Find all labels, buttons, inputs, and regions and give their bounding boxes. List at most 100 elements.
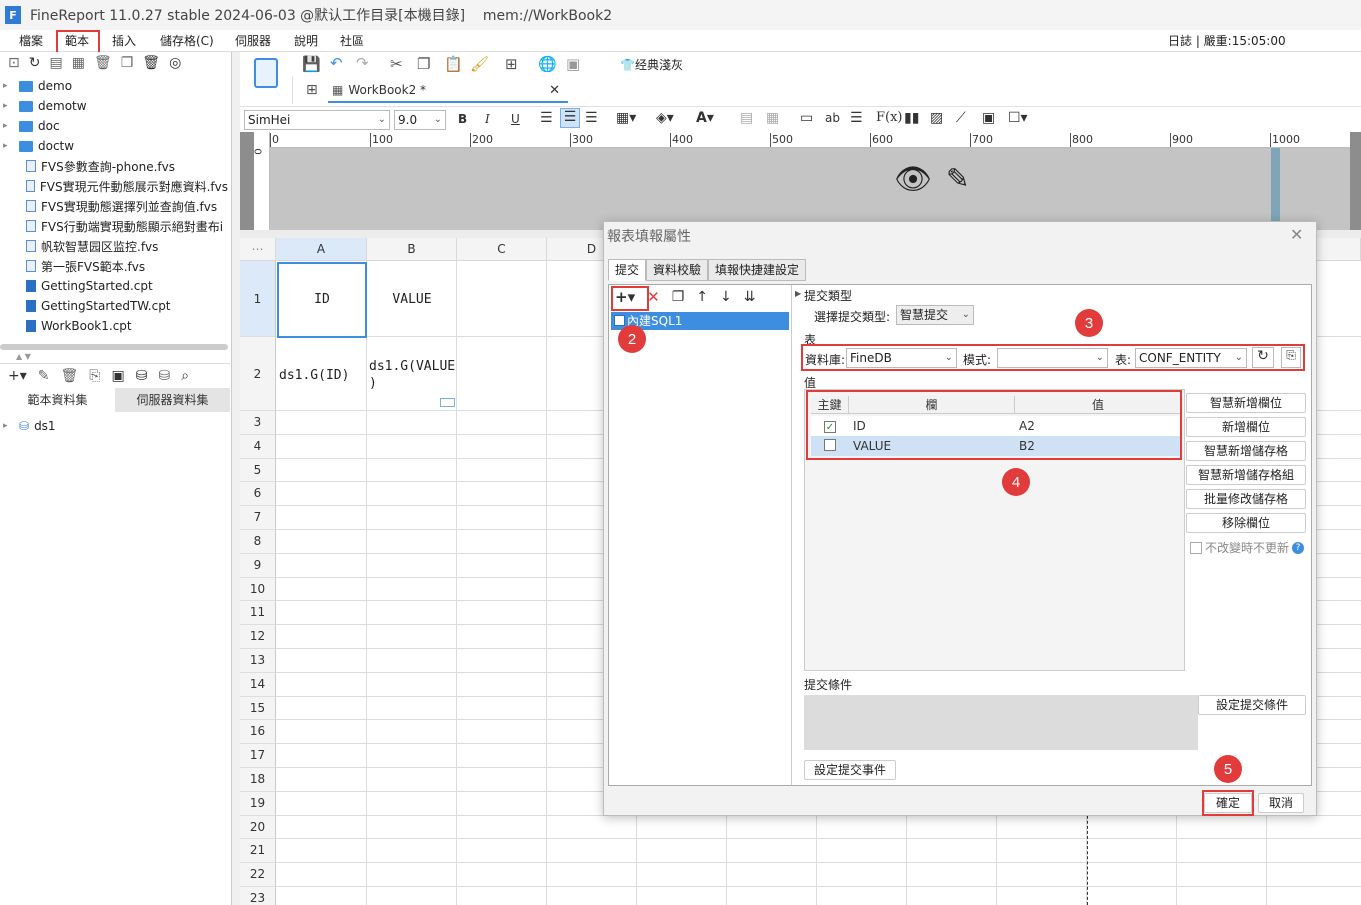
expand-icon[interactable]: ▸ [3,421,11,431]
merge-icon[interactable]: ▤ [740,110,753,126]
row-header[interactable]: 12 [240,625,276,649]
align-right-icon[interactable]: ☰ [585,110,598,126]
frame-icon[interactable]: ☐▾ [1008,110,1028,126]
row-header[interactable]: 21 [240,839,276,864]
expand-icon[interactable]: ▸ [3,101,11,111]
menu-file[interactable]: 檔案 [19,30,43,52]
tree-item[interactable]: GettingStarted.cpt [0,276,228,296]
format-painter-icon[interactable]: 🖌 [470,55,489,73]
slash-icon[interactable]: ⟋ [956,110,966,126]
cell-a1[interactable]: ID [277,262,367,338]
row-header[interactable]: 9 [240,553,276,578]
copy-icon[interactable]: ❐ [417,55,430,73]
add-dataset-icon[interactable]: +▾ [8,368,27,384]
font-select[interactable]: SimHei ⌄ [244,110,390,130]
lock-icon[interactable]: ▦ [72,55,85,71]
add-field-button[interactable]: 新增欄位 [1186,417,1306,437]
undo-icon[interactable]: ↶ [330,54,343,72]
refresh-icon[interactable]: ↻ [29,55,41,71]
tab-template-datasets[interactable]: 範本資料集 [0,388,115,412]
refresh-icon[interactable]: ↻ [1252,347,1274,368]
tab-submit[interactable]: 提交 [608,259,647,281]
no-update-checkbox[interactable] [1190,541,1202,554]
cancel-button[interactable]: 取消 [1258,793,1304,813]
formula-icon[interactable]: F(x) [876,110,903,125]
batch-modify-cell-button[interactable]: 批量修改儲存格 [1186,489,1306,509]
tree-item[interactable]: WorkBook1.cpt [0,316,228,336]
template-icon[interactable] [254,58,278,88]
remove-field-button[interactable]: 移除欄位 [1186,513,1306,533]
row-header[interactable]: 19 [240,791,276,816]
database-icon[interactable]: ⛁ [136,368,148,384]
row-header[interactable]: 16 [240,720,276,745]
image-icon[interactable]: ▨ [930,110,943,126]
italic-icon[interactable]: I [485,112,490,126]
select-all-corner[interactable]: ⋯ [240,238,276,261]
menu-community[interactable]: 社區 [340,30,364,52]
row-header[interactable]: 17 [240,744,276,768]
database-edit-icon[interactable]: ⛁ [158,368,170,384]
expand-icon[interactable]: ▸ [3,81,11,91]
unmerge-icon[interactable]: ▦ [766,110,779,126]
row-header[interactable]: 4 [240,434,276,459]
smart-add-cell-group-button[interactable]: 智慧新增儲存格組 [1186,465,1306,485]
dataset-settings-icon[interactable]: ▣ [111,368,124,384]
row-header[interactable]: 3 [240,411,276,435]
richtext-icon[interactable]: ☰ [850,110,863,126]
redo-icon[interactable]: ↷ [356,54,369,72]
row-header[interactable]: 18 [240,768,276,792]
set-condition-button[interactable]: 設定提交條件 [1198,695,1306,715]
chart-icon[interactable]: ▮▮ [904,110,919,126]
preview-icon[interactable]: ⎘ [89,368,100,384]
tree-item[interactable]: FVS實現動態選擇列並查詢值.fvs [0,196,228,216]
schema-select[interactable]: ⌄ [997,348,1108,368]
row-header[interactable]: 14 [240,672,276,697]
move-down-icon[interactable]: ↓ [720,289,732,305]
help-icon[interactable]: ? [1292,541,1305,554]
remove-icon[interactable]: 🗑 [61,368,79,384]
tab-server-datasets[interactable]: 伺服器資料集 [115,388,230,412]
border-icon[interactable]: ▦▾ [616,110,636,126]
row-header[interactable]: 20 [240,815,276,840]
insert-cell-icon[interactable]: ▭ [800,110,813,126]
tab-validation[interactable]: 資料校驗 [646,259,709,281]
row-header[interactable]: 5 [240,458,276,483]
tree-item[interactable]: ▸ demotw [0,96,228,116]
col-header-a[interactable]: A [276,238,367,261]
row-header[interactable]: 23 [240,887,276,905]
workbook-tab[interactable]: ▦ WorkBook2 * ✕ [328,79,568,103]
row-header[interactable]: 6 [240,482,276,507]
classic-theme-button[interactable]: 👕经典淺灰 [620,56,683,73]
collapse-arrow-icon[interactable]: ▶ [795,289,801,298]
new-folder-icon[interactable]: ⊡ [8,55,20,71]
smart-add-field-button[interactable]: 智慧新增欄位 [1186,393,1306,413]
size-select[interactable]: 9.0 ⌄ [394,110,446,130]
preview-table-icon[interactable]: ⎘ [1281,347,1301,368]
set-event-button[interactable]: 設定提交事件 [804,760,896,780]
tree-item[interactable]: 帆软智慧园区监控.fvs [0,236,228,256]
col-header-c[interactable]: C [457,238,547,261]
expand-icon[interactable]: ▸ [3,141,11,151]
delete-icon[interactable]: 🗑 [94,55,112,71]
row-header[interactable]: 8 [240,530,276,554]
col-header-b[interactable]: B [367,238,457,261]
db-select[interactable]: FineDB ⌄ [846,348,957,368]
align-center-icon[interactable]: ☰ [560,108,580,128]
menu-insert[interactable]: 插入 [112,30,136,52]
tab-shortcut[interactable]: 填報快捷建設定 [708,259,807,281]
close-tab-icon[interactable]: ✕ [549,83,560,98]
bold-icon[interactable]: B [458,112,467,126]
web-icon[interactable]: 🌐 [538,55,557,73]
tree-item[interactable]: ▸ doc [0,116,228,136]
print-icon[interactable]: ▣ [566,55,580,73]
smart-add-cell-button[interactable]: 智慧新增儲存格 [1186,441,1306,461]
menu-cell[interactable]: 儲存格(C) [160,30,214,52]
grid-view-icon[interactable]: ⊞ [306,82,318,98]
edit-icon[interactable]: ✎ [38,368,50,384]
fill-color-icon[interactable]: ◈▾ [656,110,674,126]
expand-icon[interactable]: ▸ [3,121,11,131]
submit-type-select[interactable]: 智慧提交 ⌄ [896,305,974,325]
paste-icon[interactable]: 📋 [444,55,463,73]
tree-item[interactable]: FVS實現元件動態展示對應資料.fvs [0,176,228,196]
tree-item[interactable]: FVS行動端實現動態顯示絕對畫布i [0,216,228,236]
